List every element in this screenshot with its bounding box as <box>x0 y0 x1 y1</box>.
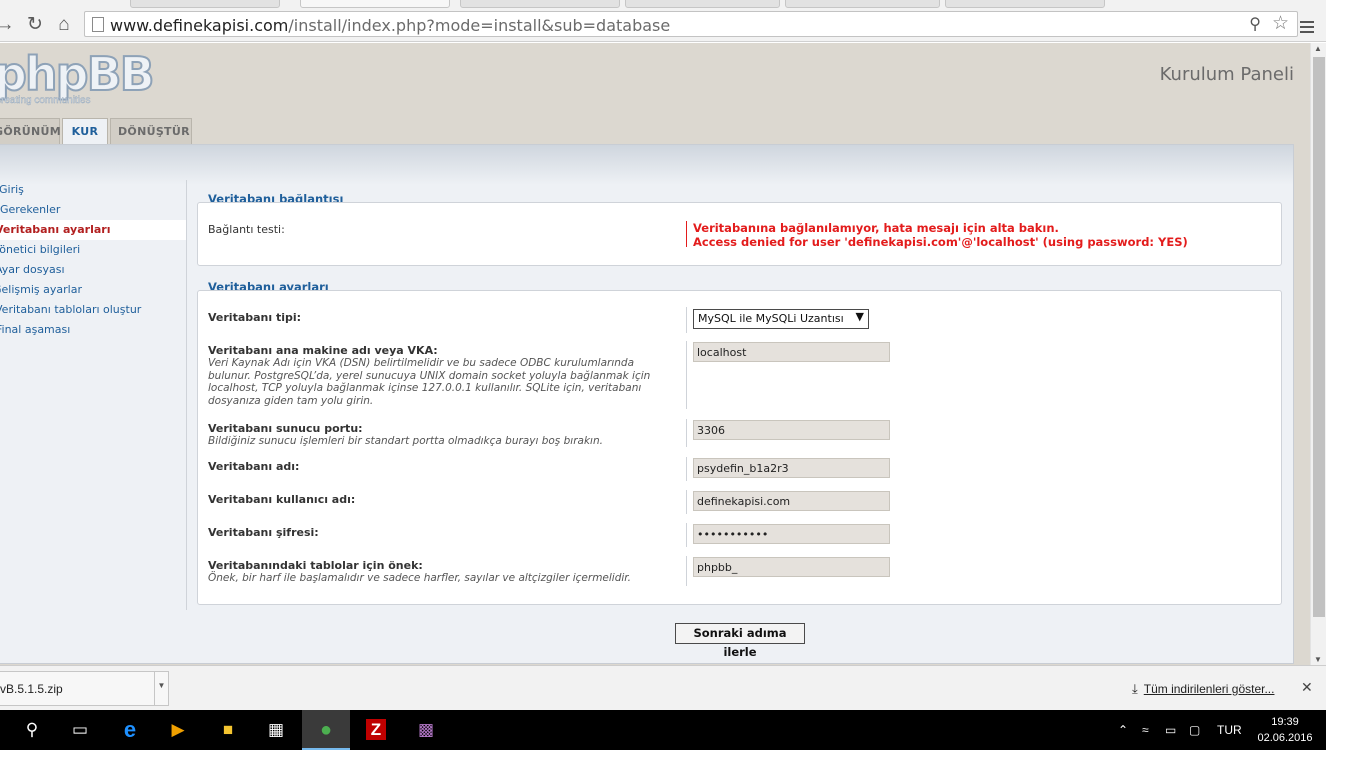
error-message: Veritabanına bağlanılamıyor, hata mesajı… <box>693 221 1059 235</box>
phpbb-logo[interactable]: phpBB creating communities <box>0 47 156 107</box>
wifi-icon[interactable]: ≈ <box>1142 710 1149 750</box>
error-detail: Access denied for user 'definekapisi.com… <box>693 235 1188 249</box>
page-scrollbar[interactable]: ▲ ▼ <box>1310 43 1326 665</box>
language-indicator[interactable]: TUR <box>1217 710 1242 750</box>
sidebar-item-gerekenler[interactable]: Gerekenler <box>0 200 186 220</box>
scrollbar-thumb[interactable] <box>1313 57 1325 617</box>
browser-tab[interactable] <box>785 0 940 8</box>
settings-box: Veritabanı tipi: MySQL ile MySQLi Uzantı… <box>197 290 1282 605</box>
search-icon[interactable]: ⚲ <box>8 710 56 750</box>
db-name-input[interactable]: psydefin_b1a2r3 <box>693 458 890 478</box>
windows-taskbar: ⚲ ▭ e ▶ ■ ▦ ● Z ▩ ⌃ ≈ ▭ ▢ TUR 19:39 02.0… <box>0 710 1326 750</box>
downloads-bar: vB.5.1.5.zip ▼ ⤓ Tüm indirilenleri göster… <box>0 665 1326 710</box>
db-host-label: Veritabanı ana makine adı veya VKA: Veri … <box>208 344 678 407</box>
chrome-icon[interactable]: ● <box>302 710 350 750</box>
db-host-input[interactable]: localhost <box>693 342 890 362</box>
close-icon[interactable]: ✕ <box>1301 679 1313 696</box>
db-port-desc: Bildiğiniz sunucu işlemleri bir standart… <box>208 435 603 447</box>
db-type-label: Veritabanı tipi: <box>208 311 302 324</box>
db-pass-input[interactable]: ••••••••••• <box>693 524 890 544</box>
file-explorer-icon[interactable]: ■ <box>204 710 252 750</box>
sidebar-item-veritabani-ayarlari[interactable]: Veritabanı ayarları <box>0 220 186 240</box>
browser-tab[interactable] <box>945 0 1105 8</box>
logo-mark: phpBB <box>0 47 156 101</box>
winrar-icon[interactable]: ▩ <box>402 710 450 750</box>
store-icon[interactable]: ▦ <box>252 710 300 750</box>
browser-tab[interactable] <box>460 0 620 8</box>
db-port-input[interactable]: 3306 <box>693 420 890 440</box>
bookmark-star-icon[interactable]: ☆ <box>1272 12 1289 35</box>
address-bar[interactable]: www.definekapisi.com/install/index.php?m… <box>84 11 1298 37</box>
filezilla-icon[interactable]: Z <box>352 710 400 750</box>
scroll-up-icon[interactable]: ▲ <box>1314 44 1322 53</box>
clock-date: 02.06.2016 <box>1257 732 1313 744</box>
notifications-icon[interactable]: ▢ <box>1189 710 1200 750</box>
key-icon[interactable]: ⚲ <box>1249 14 1261 34</box>
connection-error: Veritabanına bağlanılamıyor, hata mesajı… <box>693 221 1188 249</box>
media-player-icon[interactable]: ▶ <box>154 710 202 750</box>
browser-tabstrip <box>0 0 1326 8</box>
tab-kur[interactable]: KUR <box>62 118 108 145</box>
sidebar-item-yonetici-bilgileri[interactable]: Yönetici bilgileri <box>0 240 186 260</box>
sidebar-item-giris[interactable]: Giriş <box>0 180 186 200</box>
connection-box: Bağlantı testi: Veritabanına bağlanılamı… <box>197 202 1282 266</box>
sidebar-item-ayar-dosyasi[interactable]: Ayar dosyası <box>0 260 186 280</box>
browser-tab[interactable] <box>130 0 280 8</box>
url-text: www.definekapisi.com/install/index.php?m… <box>110 16 671 35</box>
reload-icon[interactable]: ↻ <box>24 14 46 36</box>
logo-tagline: creating communities <box>0 95 91 106</box>
edge-icon[interactable]: e <box>106 710 154 750</box>
home-icon[interactable]: ⌂ <box>53 14 75 36</box>
browser-tab[interactable] <box>625 0 780 8</box>
clock-time: 19:39 <box>1271 716 1299 728</box>
db-prefix-label: Veritabanındaki tablolar için önek: Önek,… <box>208 559 678 585</box>
tab-gorunum[interactable]: GÖRÜNÜM <box>0 118 61 144</box>
sidebar-item-gelismis-ayarlar[interactable]: Gelişmiş ayarlar <box>0 280 186 300</box>
chevron-down-icon[interactable]: ▼ <box>154 672 168 705</box>
show-all-downloads-link[interactable]: ⤓ Tüm indirilenleri göster... <box>1132 681 1274 697</box>
connection-test-label: Bağlantı testi: <box>208 223 285 236</box>
db-prefix-desc: Önek, bir harf ile başlamalıdır ve sadec… <box>208 572 631 584</box>
main-content: Giriş Gerekenler Veritabanı ayarları Yön… <box>0 144 1294 664</box>
browser-toolbar: → ↻ ⌂ www.definekapisi.com/install/index… <box>0 8 1326 42</box>
download-filename: vB.5.1.5.zip <box>0 682 63 696</box>
sidebar-item-final[interactable]: Final aşaması <box>0 320 186 340</box>
error-divider <box>686 221 687 247</box>
next-step-button[interactable]: Sonraki adıma ilerle <box>675 623 805 659</box>
clock[interactable]: 19:39 02.06.2016 <box>1252 714 1318 746</box>
task-view-icon[interactable]: ▭ <box>56 710 104 750</box>
db-type-select[interactable]: MySQL ile MySQLi Uzantısı ▼ <box>693 309 869 329</box>
page: phpBB creating communities Kurulum Panel… <box>0 43 1310 665</box>
page-icon <box>92 17 104 32</box>
db-user-input[interactable]: definekapisi.com <box>693 491 890 511</box>
menu-icon[interactable] <box>1300 21 1314 33</box>
sidebar-menu: Giriş Gerekenler Veritabanı ayarları Yön… <box>0 180 187 610</box>
dropdown-arrow-icon: ▼ <box>855 310 864 323</box>
forward-icon[interactable]: → <box>0 14 16 36</box>
chevron-up-icon[interactable]: ⌃ <box>1118 710 1128 750</box>
scroll-down-icon[interactable]: ▼ <box>1314 655 1322 664</box>
download-item[interactable]: vB.5.1.5.zip ▼ <box>0 671 169 706</box>
db-port-label: Veritabanı sunucu portu: Bildiğiniz sunuc… <box>208 422 678 448</box>
db-host-desc: Veri Kaynak Adı için VKA (DSN) belirtilm… <box>208 357 651 407</box>
battery-icon[interactable]: ▭ <box>1165 710 1176 750</box>
db-pass-label: Veritabanı şifresi: <box>208 526 319 539</box>
browser-tab-active[interactable] <box>300 0 450 8</box>
db-prefix-input[interactable]: phpbb_ <box>693 557 890 577</box>
panel-title: Kurulum Paneli <box>1159 64 1294 85</box>
download-icon: ⤓ <box>1132 681 1138 696</box>
sidebar-item-tablolari-olustur[interactable]: Veritabanı tabloları oluştur <box>0 300 186 320</box>
tab-donustur[interactable]: DÖNÜŞTÜR <box>110 118 192 144</box>
db-name-label: Veritabanı adı: <box>208 460 300 473</box>
db-user-label: Veritabanı kullanıcı adı: <box>208 493 356 506</box>
